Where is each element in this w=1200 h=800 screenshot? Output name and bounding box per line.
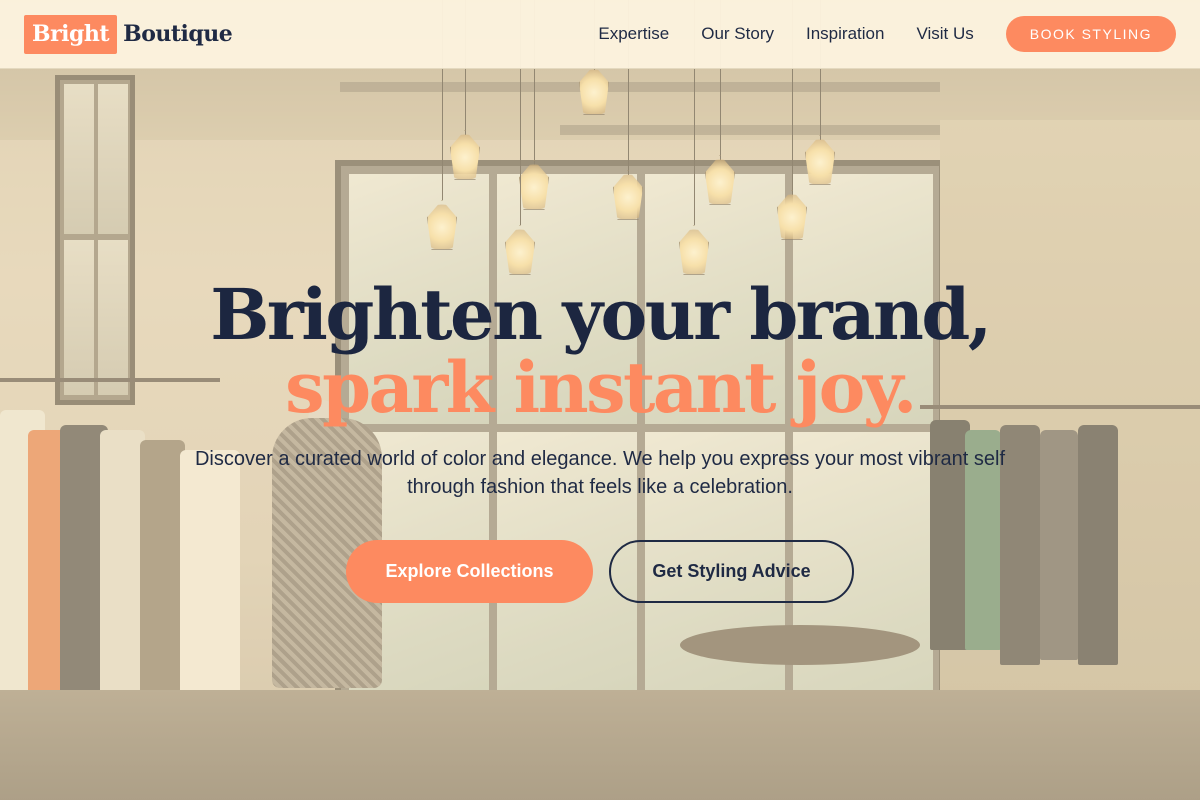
- site-header: Bright Boutique Expertise Our Story Insp…: [0, 0, 1200, 69]
- styling-advice-button[interactable]: Get Styling Advice: [609, 540, 854, 603]
- logo-wordmark: Boutique: [123, 21, 233, 47]
- brand-logo[interactable]: Bright Boutique: [24, 14, 233, 54]
- hero-headline-line2: spark instant joy.: [285, 346, 917, 429]
- hero-section: Brighten your brand, spark instant joy. …: [0, 69, 1200, 800]
- nav-link-inspiration[interactable]: Inspiration: [806, 24, 884, 44]
- hero-headline-line1: Brighten your brand,: [210, 273, 992, 356]
- logo-mark: Bright: [24, 14, 118, 54]
- main-nav: Expertise Our Story Inspiration Visit Us: [598, 24, 973, 44]
- nav-link-expertise[interactable]: Expertise: [598, 24, 669, 44]
- hero-subtext: Discover a curated world of color and el…: [194, 448, 1006, 498]
- explore-collections-button[interactable]: Explore Collections: [346, 540, 593, 603]
- nav-link-our-story[interactable]: Our Story: [701, 24, 774, 44]
- nav-link-visit-us[interactable]: Visit Us: [916, 24, 973, 44]
- book-styling-button[interactable]: BOOK STYLING: [1005, 16, 1176, 52]
